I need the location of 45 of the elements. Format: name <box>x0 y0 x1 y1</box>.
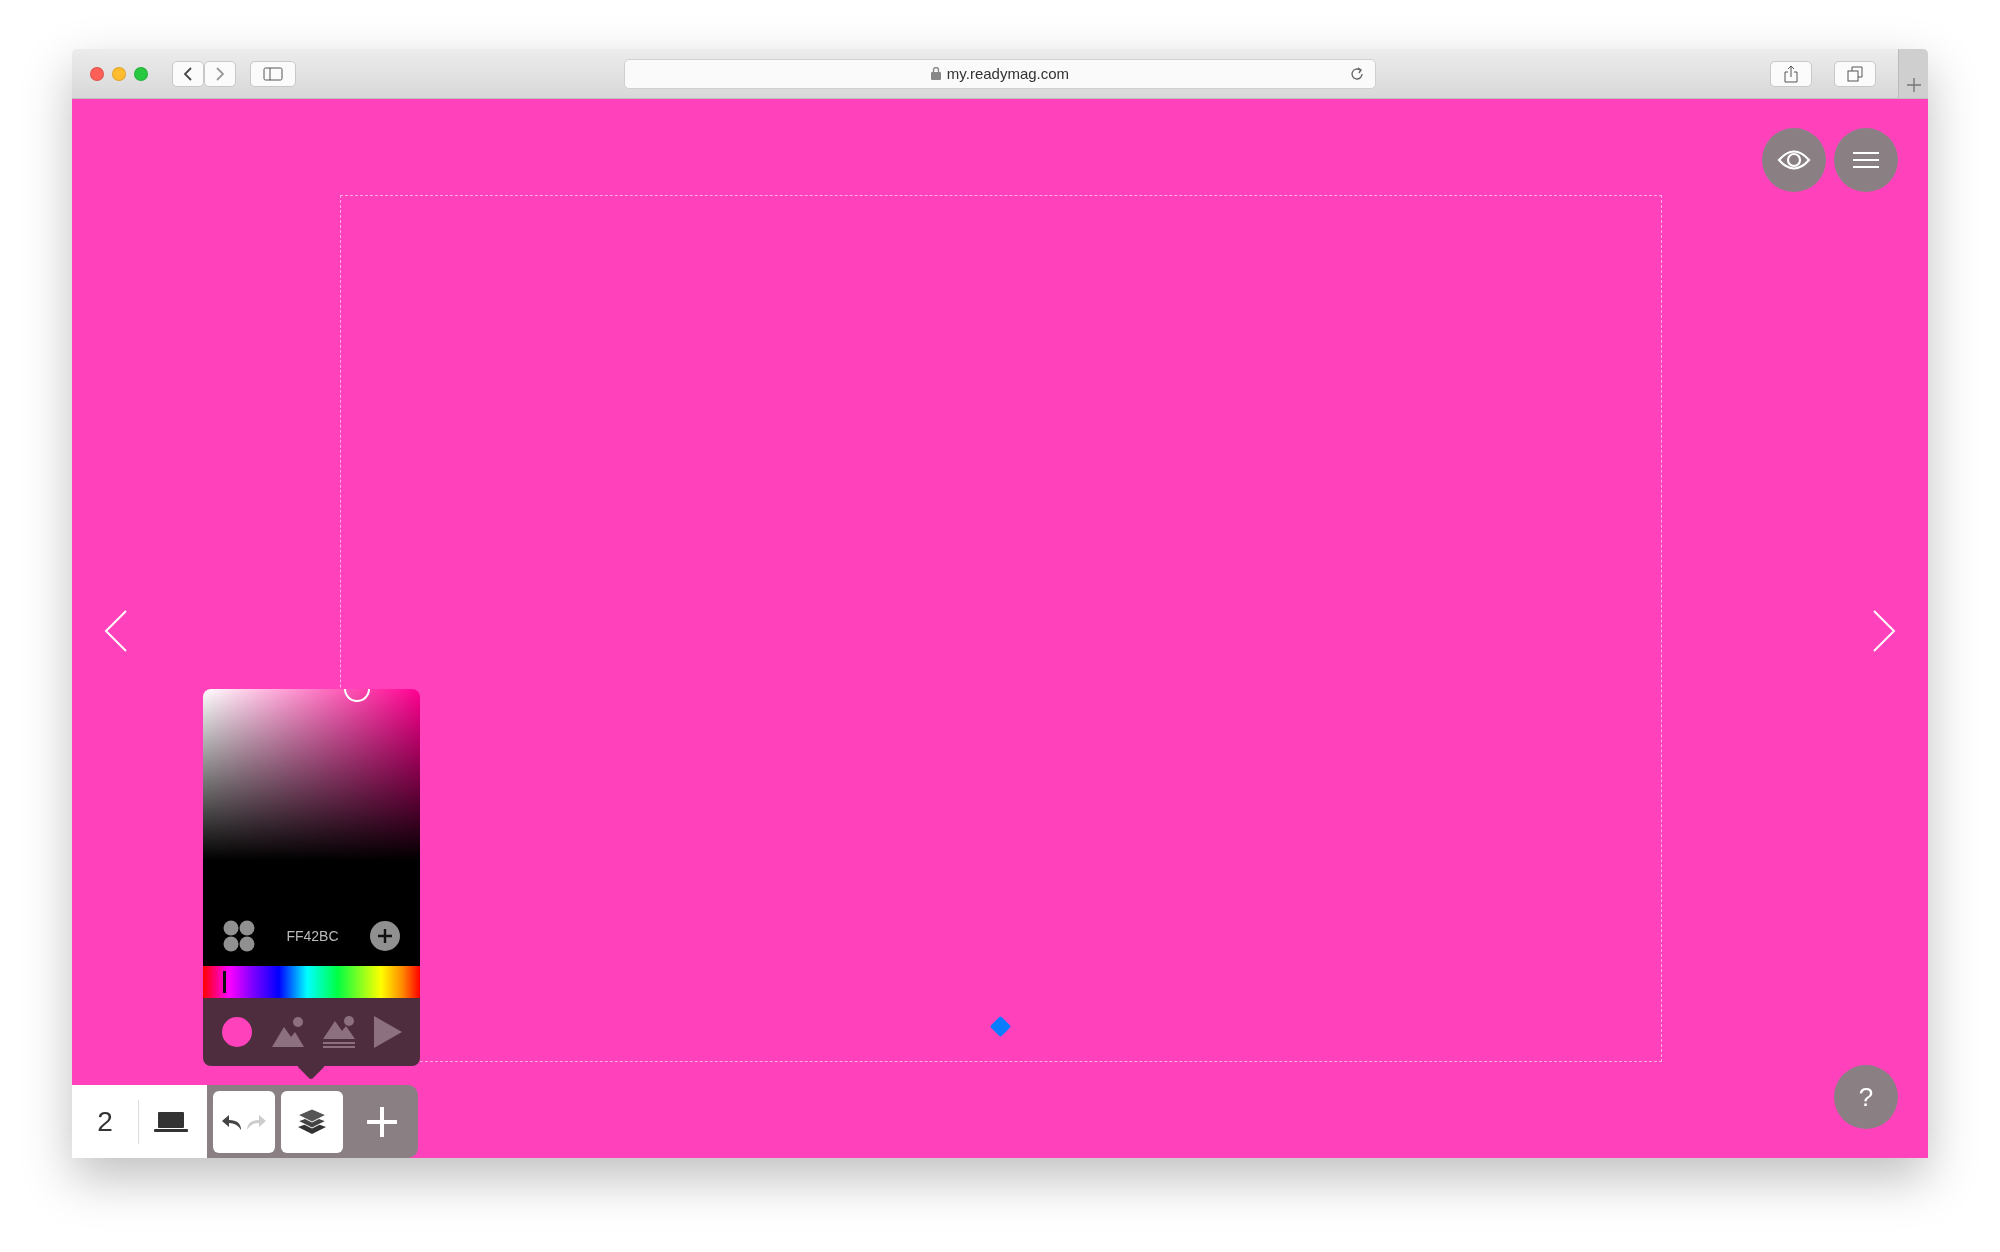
mountain-icon <box>271 1017 304 1047</box>
sidebar-icon <box>263 66 283 81</box>
add-color-icon[interactable] <box>370 921 400 951</box>
swatches-icon[interactable] <box>223 920 255 952</box>
help-button[interactable]: ? <box>1834 1065 1898 1129</box>
hue-marker[interactable] <box>222 971 226 993</box>
hex-value[interactable]: FF42BC <box>286 928 339 944</box>
close-dot[interactable] <box>90 66 104 81</box>
minimize-dot[interactable] <box>112 66 126 81</box>
laptop-icon[interactable] <box>154 1110 188 1133</box>
sidebar-button[interactable] <box>250 60 296 87</box>
play-icon <box>374 1016 403 1048</box>
previous-page-icon[interactable] <box>104 609 128 653</box>
menu-icon <box>1853 151 1879 169</box>
plus-icon <box>367 1106 397 1137</box>
fill-type-button[interactable] <box>220 1016 253 1048</box>
chevron-right-icon <box>215 65 225 82</box>
page-number[interactable]: 2 <box>72 1099 139 1144</box>
reload-icon[interactable] <box>1349 65 1365 82</box>
fill-type-button[interactable] <box>323 1016 356 1048</box>
shade-area[interactable]: FF42BC <box>203 689 420 966</box>
fill-type-button[interactable] <box>271 1017 304 1047</box>
lock-icon <box>930 67 941 80</box>
circle-icon <box>220 1016 253 1048</box>
plus-icon <box>1906 78 1921 92</box>
tabs-icon <box>1847 65 1863 82</box>
address-bar[interactable]: my.readymag.com <box>624 58 1376 89</box>
share-icon <box>1784 64 1798 83</box>
shade-handle[interactable] <box>344 689 371 702</box>
undo-button[interactable] <box>221 1112 243 1131</box>
add-button[interactable] <box>367 1106 397 1137</box>
new-tab-button[interactable] <box>1898 49 1928 98</box>
eye-icon <box>1777 149 1811 171</box>
next-page-icon[interactable] <box>1872 609 1896 653</box>
chevron-left-icon <box>183 65 193 82</box>
hue-slider[interactable] <box>203 966 420 998</box>
layers-button[interactable] <box>281 1090 343 1153</box>
url-text: my.readymag.com <box>946 65 1070 82</box>
fill-type-button[interactable] <box>374 1016 403 1048</box>
zoom-dot[interactable] <box>134 66 148 81</box>
tabs-button[interactable] <box>1834 60 1876 87</box>
back-button[interactable] <box>172 60 204 87</box>
layers-icon <box>297 1107 327 1136</box>
mountain-lines-icon <box>323 1016 356 1048</box>
share-button[interactable] <box>1770 60 1812 87</box>
